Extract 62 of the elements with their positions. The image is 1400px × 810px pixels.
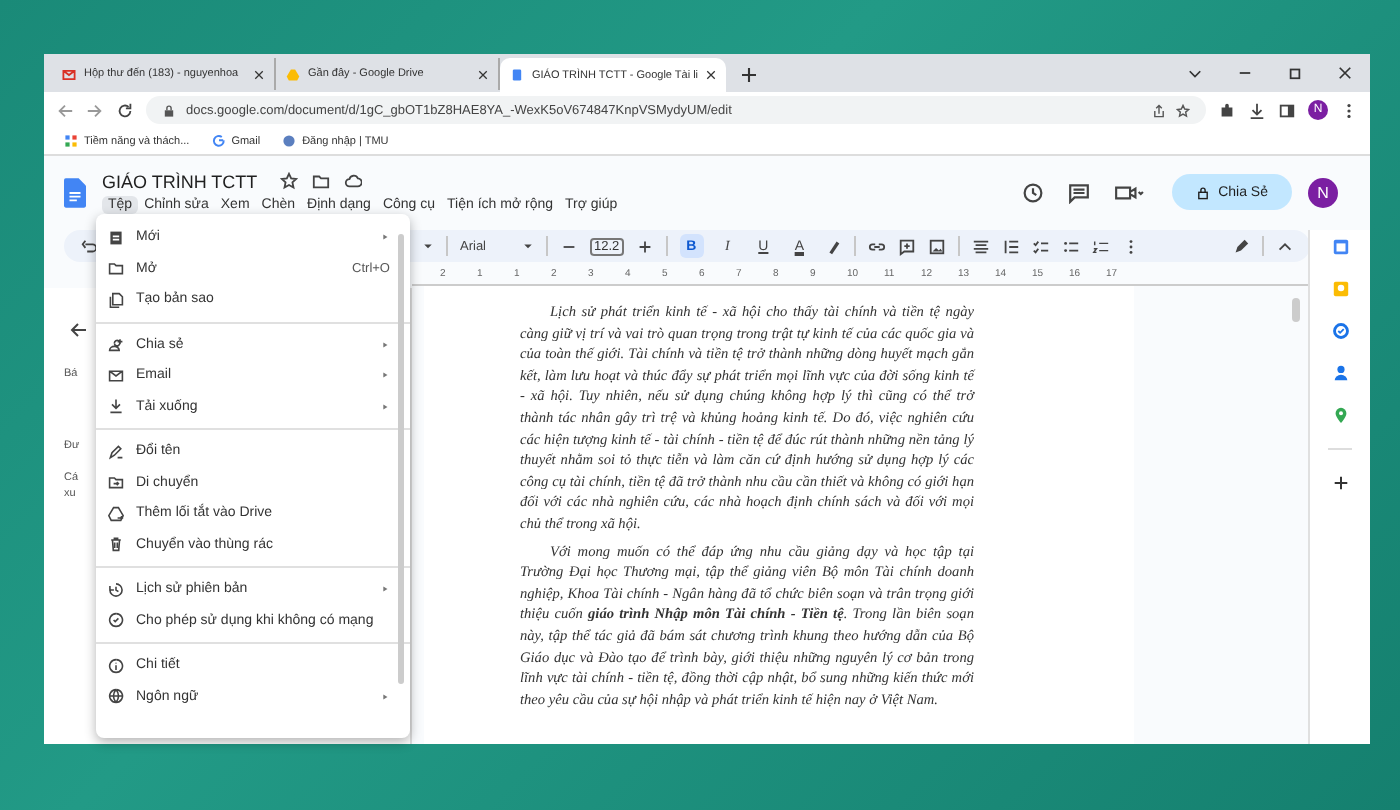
checklist-icon[interactable] [1031, 237, 1050, 255]
align-icon[interactable] [971, 237, 990, 255]
lock-icon [1196, 185, 1211, 199]
undo-icon[interactable] [80, 237, 98, 255]
scrollbar-thumb[interactable] [1292, 298, 1300, 322]
lock-icon [162, 103, 176, 117]
document-logo-icon[interactable] [64, 177, 86, 207]
new-tab-icon[interactable] [742, 68, 757, 82]
document-icon [510, 68, 524, 82]
check-circle-icon[interactable] [1331, 322, 1349, 340]
share-icon[interactable] [1152, 103, 1166, 117]
plus-icon[interactable] [635, 237, 654, 255]
menu-scrollbar[interactable] [398, 234, 404, 684]
plus-icon[interactable] [1331, 474, 1349, 492]
caret-icon [522, 240, 535, 252]
add-comment-icon[interactable] [897, 237, 916, 255]
reload-icon[interactable] [116, 101, 134, 119]
image-icon[interactable] [927, 237, 946, 255]
comment-icon[interactable] [1068, 181, 1091, 203]
caret-icon[interactable] [422, 240, 434, 252]
history-icon[interactable] [1022, 181, 1045, 203]
letter-g-icon [211, 134, 226, 148]
caret-icon[interactable] [1188, 66, 1202, 80]
grid-icon [64, 134, 78, 148]
forward-icon[interactable] [86, 101, 104, 119]
user-avatar[interactable]: N [1308, 177, 1338, 207]
link-icon[interactable] [867, 237, 886, 255]
bulleted-list-icon[interactable] [1061, 237, 1080, 255]
copy-icon [108, 291, 124, 308]
video-camera-icon[interactable] [1114, 181, 1145, 203]
download-icon [108, 398, 124, 415]
mail-icon [62, 67, 76, 81]
numbered-list-icon[interactable] [1091, 237, 1110, 255]
document-icon [108, 229, 124, 246]
person-icon[interactable] [1331, 364, 1349, 382]
restore-icon[interactable] [1288, 66, 1302, 80]
circle-check-icon [108, 612, 124, 629]
trash-icon [108, 536, 124, 553]
close-icon[interactable] [1338, 66, 1352, 80]
map-pin-icon[interactable] [1331, 406, 1349, 424]
folder-arrow-icon [108, 474, 124, 491]
pen-icon [108, 443, 124, 460]
person-add-icon [108, 336, 124, 353]
close-icon[interactable] [254, 69, 264, 79]
document-title[interactable]: GIÁO TRÌNH TCTT [102, 171, 258, 191]
star-icon[interactable] [1176, 103, 1190, 117]
back-icon[interactable] [56, 101, 74, 119]
pencil-icon[interactable] [1232, 237, 1250, 255]
star-icon[interactable] [279, 172, 298, 190]
cloud-icon[interactable] [343, 172, 362, 190]
download-icon[interactable] [1248, 101, 1266, 119]
folder-icon[interactable] [311, 172, 330, 190]
close-icon[interactable] [706, 70, 717, 80]
clock-icon [108, 581, 124, 598]
close-icon[interactable] [478, 69, 488, 79]
back-arrow-icon[interactable] [68, 320, 88, 340]
info-icon [108, 657, 124, 674]
line-spacing-icon[interactable] [1001, 237, 1020, 255]
envelope-icon [108, 367, 124, 384]
minimize-icon[interactable] [1238, 66, 1252, 80]
folder-icon [108, 260, 124, 277]
side-panel-icon[interactable] [1278, 101, 1296, 119]
